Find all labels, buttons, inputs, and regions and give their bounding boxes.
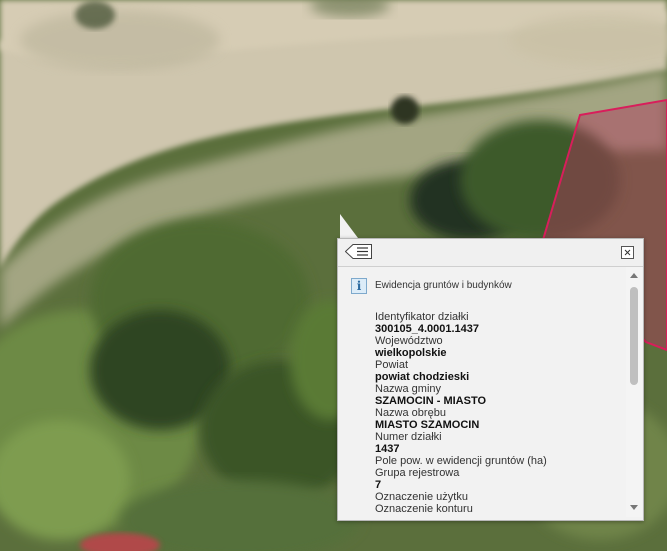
attribute-list: Identyfikator działki 300105_4.0001.1437… (375, 311, 625, 515)
field-label-register-group: Grupa rejestrowa (375, 467, 460, 479)
info-icon: i (351, 278, 367, 294)
field-label-area: Pole pow. w ewidencji gruntów (ha) (375, 455, 547, 467)
popup-header (338, 239, 643, 267)
layer-title: Ewidencja gruntów i budynków (375, 280, 512, 291)
scroll-up-arrow-icon[interactable] (630, 273, 638, 278)
scroll-down-arrow-icon[interactable] (630, 505, 638, 510)
field-value-county: powiat chodzieski (375, 371, 470, 383)
popup-content: i Ewidencja gruntów i budynków Identyfik… (338, 267, 626, 517)
close-icon[interactable] (621, 246, 634, 259)
field-label-municipality: Nazwa gminy (375, 383, 442, 395)
field-label-county: Powiat (375, 359, 409, 371)
field-value-parcel-id: 300105_4.0001.1437 (375, 323, 479, 335)
field-value-register-group: 7 (375, 479, 382, 491)
field-label-parcel-id: Identyfikator działki (375, 311, 469, 323)
field-label-land-use: Oznaczenie użytku (375, 491, 468, 503)
parcel-info-popup: i Ewidencja gruntów i budynków Identyfik… (337, 238, 644, 521)
field-label-precinct: Nazwa obrębu (375, 407, 446, 419)
popup-scrollbar[interactable] (626, 267, 642, 517)
field-label-contour: Oznaczenie konturu (375, 503, 473, 515)
scroll-thumb[interactable] (630, 287, 638, 385)
field-value-voivodeship: wielkopolskie (375, 347, 447, 359)
field-label-parcel-number: Numer działki (375, 431, 442, 443)
field-value-municipality: SZAMOCIN - MIASTO (375, 395, 487, 407)
popup-pointer (340, 214, 358, 238)
list-icon[interactable] (344, 244, 372, 259)
field-value-parcel-number: 1437 (375, 443, 400, 455)
field-value-precinct: MIASTO SZAMOCIN (375, 419, 480, 431)
field-label-voivodeship: Województwo (375, 335, 443, 347)
